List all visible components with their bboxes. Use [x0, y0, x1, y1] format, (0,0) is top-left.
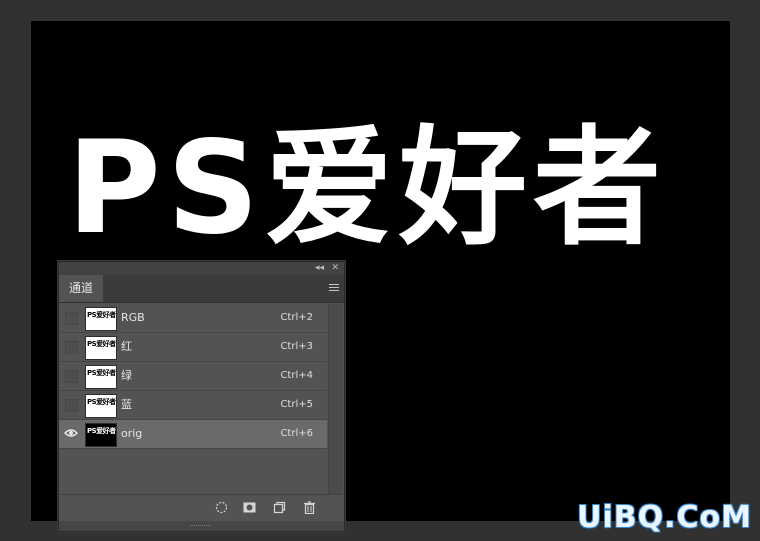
thumb-text: PS爱好者	[87, 398, 116, 406]
channel-row-red[interactable]: PS爱好者 红 Ctrl+3	[59, 333, 327, 362]
channel-thumbnail: PS爱好者	[85, 336, 117, 360]
channel-shortcut: Ctrl+3	[280, 341, 313, 352]
thumb-text: PS爱好者	[87, 369, 116, 377]
visibility-toggle[interactable]	[65, 399, 78, 412]
watermark: UiBQ.CoM	[577, 500, 752, 535]
channel-name: RGB	[121, 311, 145, 324]
channel-thumbnail: PS爱好者	[85, 394, 117, 418]
channel-name: 蓝	[121, 398, 132, 411]
channel-thumbnail: PS爱好者	[85, 365, 117, 389]
load-selection-icon[interactable]	[215, 501, 228, 514]
channel-name: 红	[121, 340, 132, 353]
panel-menu-icon[interactable]	[329, 284, 339, 292]
channels-panel: ◂◂ ✕ 通道 PS爱好者 RGB Ctrl+2 PS爱好者 红 Ctrl+3 …	[58, 261, 345, 532]
channel-shortcut: Ctrl+4	[280, 370, 313, 381]
canvas-text: PS爱好者	[67, 114, 668, 263]
trash-icon[interactable]	[303, 501, 316, 515]
channel-thumbnail: PS爱好者	[85, 307, 117, 331]
panel-tabs: 通道	[59, 275, 344, 303]
channel-row-blue[interactable]: PS爱好者 蓝 Ctrl+5	[59, 391, 327, 420]
channel-name: orig	[121, 427, 143, 440]
resize-grip[interactable]	[59, 521, 344, 531]
thumb-text: PS爱好者	[87, 427, 116, 435]
channel-row-green[interactable]: PS爱好者 绿 Ctrl+4	[59, 362, 327, 391]
channel-thumbnail: PS爱好者	[85, 423, 117, 447]
close-icon[interactable]: ✕	[331, 262, 339, 275]
new-channel-icon[interactable]	[273, 501, 286, 514]
panel-footer	[59, 494, 344, 521]
tab-channels[interactable]: 通道	[59, 275, 104, 302]
channel-list: PS爱好者 RGB Ctrl+2 PS爱好者 红 Ctrl+3 PS爱好者 绿 …	[59, 304, 327, 449]
panel-scrollbar[interactable]	[328, 304, 343, 498]
collapse-icon[interactable]: ◂◂	[315, 262, 324, 275]
channel-row-orig[interactable]: PS爱好者 orig Ctrl+6	[59, 420, 327, 449]
eye-icon[interactable]	[64, 428, 78, 440]
channel-shortcut: Ctrl+5	[280, 399, 313, 410]
visibility-toggle[interactable]	[65, 341, 78, 354]
channel-name: 绿	[121, 369, 132, 382]
save-selection-icon[interactable]	[243, 501, 256, 514]
channel-shortcut: Ctrl+2	[280, 312, 313, 323]
channel-row-rgb[interactable]: PS爱好者 RGB Ctrl+2	[59, 304, 327, 333]
channel-shortcut: Ctrl+6	[280, 428, 313, 439]
thumb-text: PS爱好者	[87, 311, 116, 319]
visibility-toggle[interactable]	[65, 312, 78, 325]
thumb-text: PS爱好者	[87, 340, 116, 348]
panel-topbar: ◂◂ ✕	[59, 262, 344, 275]
visibility-toggle[interactable]	[65, 370, 78, 383]
